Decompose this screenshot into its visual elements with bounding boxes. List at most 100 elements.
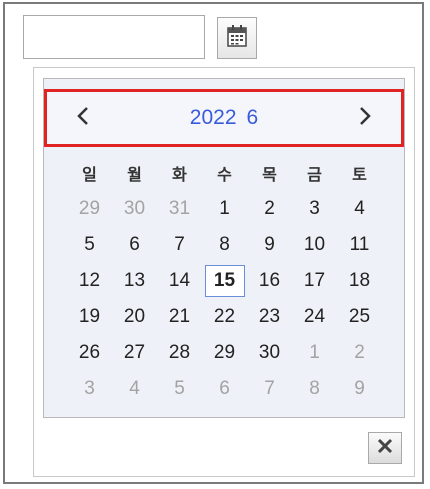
day-cell[interactable]: 29	[67, 191, 112, 227]
next-month-button[interactable]	[347, 100, 383, 136]
day-number: 21	[168, 306, 191, 327]
day-number: 8	[309, 378, 320, 399]
day-cell[interactable]: 1	[202, 191, 247, 227]
day-cell[interactable]: 23	[247, 299, 292, 335]
day-cell[interactable]: 21	[157, 299, 202, 335]
day-cell[interactable]: 8	[202, 227, 247, 263]
day-number: 1	[309, 342, 320, 363]
day-cell[interactable]: 24	[292, 299, 337, 335]
day-cell[interactable]: 3	[67, 371, 112, 407]
day-number: 16	[258, 270, 281, 291]
day-number: 4	[129, 378, 140, 399]
day-cell[interactable]: 18	[337, 263, 382, 299]
month-label: 6	[246, 106, 259, 129]
day-cell[interactable]: 10	[292, 227, 337, 263]
calendar-button[interactable]	[217, 17, 257, 59]
date-input[interactable]	[23, 15, 205, 59]
calendar-grid: 일 월 화 수 목 금 토 29 30 31 1 2 3 4 5 6 7 8 9 10 11 12 13 14 15 16 17 18…	[67, 155, 383, 407]
day-number: 30	[258, 342, 281, 363]
datepicker-frame: 2022 6 일 월 화 수 목 금 토 29 30 31 1 2 3 4 5 6 7 8 9 10 11 12 13 14 1…	[3, 2, 424, 484]
day-cell[interactable]: 14	[157, 263, 202, 299]
day-number: 24	[303, 306, 326, 327]
day-cell[interactable]: 8	[292, 371, 337, 407]
day-cell[interactable]: 2	[247, 191, 292, 227]
day-number: 25	[348, 306, 371, 327]
day-cell[interactable]: 3	[292, 191, 337, 227]
year-label: 2022	[189, 106, 237, 129]
day-number: 8	[219, 234, 230, 255]
calendar-panel: 2022 6 일 월 화 수 목 금 토 29 30 31 1 2 3 4 5 6 7 8 9 10 11 12 13 14 1…	[43, 78, 405, 418]
day-cell[interactable]: 5	[157, 371, 202, 407]
day-number: 5	[84, 234, 95, 255]
calendar-icon	[226, 24, 248, 52]
day-number: 17	[303, 270, 326, 291]
day-number: 4	[354, 198, 365, 219]
day-number: 15	[204, 265, 245, 297]
day-number: 23	[258, 306, 281, 327]
day-cell[interactable]: 4	[337, 191, 382, 227]
day-number: 7	[174, 234, 185, 255]
day-number: 3	[84, 378, 95, 399]
day-cell[interactable]: 1	[292, 335, 337, 371]
day-cell[interactable]: 12	[67, 263, 112, 299]
day-cell[interactable]: 17	[292, 263, 337, 299]
weekday-header: 수	[217, 165, 232, 184]
day-number: 11	[349, 234, 370, 255]
chevron-right-icon	[358, 106, 372, 130]
day-number: 5	[174, 378, 185, 399]
day-number: 6	[219, 378, 230, 399]
day-cell[interactable]: 19	[67, 299, 112, 335]
day-number: 10	[303, 234, 326, 255]
day-number: 13	[123, 270, 146, 291]
day-cell[interactable]: 26	[67, 335, 112, 371]
day-cell[interactable]: 31	[157, 191, 202, 227]
day-number: 12	[78, 270, 101, 291]
day-cell[interactable]: 6	[112, 227, 157, 263]
weekday-header: 금	[307, 165, 322, 184]
day-number: 2	[264, 198, 275, 219]
day-cell[interactable]: 9	[247, 227, 292, 263]
day-number: 22	[213, 306, 236, 327]
day-cell[interactable]: 25	[337, 299, 382, 335]
day-number: 18	[348, 270, 371, 291]
weekday-header: 월	[127, 165, 142, 184]
day-cell[interactable]: 28	[157, 335, 202, 371]
day-cell-today[interactable]: 15	[202, 263, 247, 299]
day-cell[interactable]: 30	[112, 191, 157, 227]
day-cell[interactable]: 6	[202, 371, 247, 407]
calendar-header: 2022 6	[44, 89, 404, 147]
day-number: 2	[354, 342, 365, 363]
calendar-popup: 2022 6 일 월 화 수 목 금 토 29 30 31 1 2 3 4 5 6 7 8 9 10 11 12 13 14 1…	[33, 67, 415, 477]
day-number: 9	[264, 234, 275, 255]
day-cell[interactable]: 4	[112, 371, 157, 407]
day-number: 29	[78, 198, 101, 219]
close-icon	[376, 437, 394, 459]
day-number: 9	[354, 378, 365, 399]
day-number: 1	[219, 198, 230, 219]
day-cell[interactable]: 7	[247, 371, 292, 407]
day-cell[interactable]: 29	[202, 335, 247, 371]
day-number: 6	[129, 234, 140, 255]
day-cell[interactable]: 2	[337, 335, 382, 371]
weekday-header: 목	[262, 165, 277, 184]
day-number: 29	[213, 342, 236, 363]
day-number: 28	[168, 342, 191, 363]
day-cell[interactable]: 13	[112, 263, 157, 299]
day-cell[interactable]: 7	[157, 227, 202, 263]
weekday-header: 화	[172, 165, 187, 184]
day-number: 27	[123, 342, 146, 363]
day-cell[interactable]: 16	[247, 263, 292, 299]
day-number: 14	[168, 270, 191, 291]
day-cell[interactable]: 30	[247, 335, 292, 371]
day-cell[interactable]: 22	[202, 299, 247, 335]
day-number: 20	[123, 306, 146, 327]
day-cell[interactable]: 5	[67, 227, 112, 263]
day-cell[interactable]: 11	[337, 227, 382, 263]
day-number: 3	[309, 198, 320, 219]
day-cell[interactable]: 27	[112, 335, 157, 371]
close-button[interactable]	[368, 432, 402, 464]
day-cell[interactable]: 9	[337, 371, 382, 407]
day-number: 26	[78, 342, 101, 363]
day-cell[interactable]: 20	[112, 299, 157, 335]
day-number: 30	[123, 198, 146, 219]
